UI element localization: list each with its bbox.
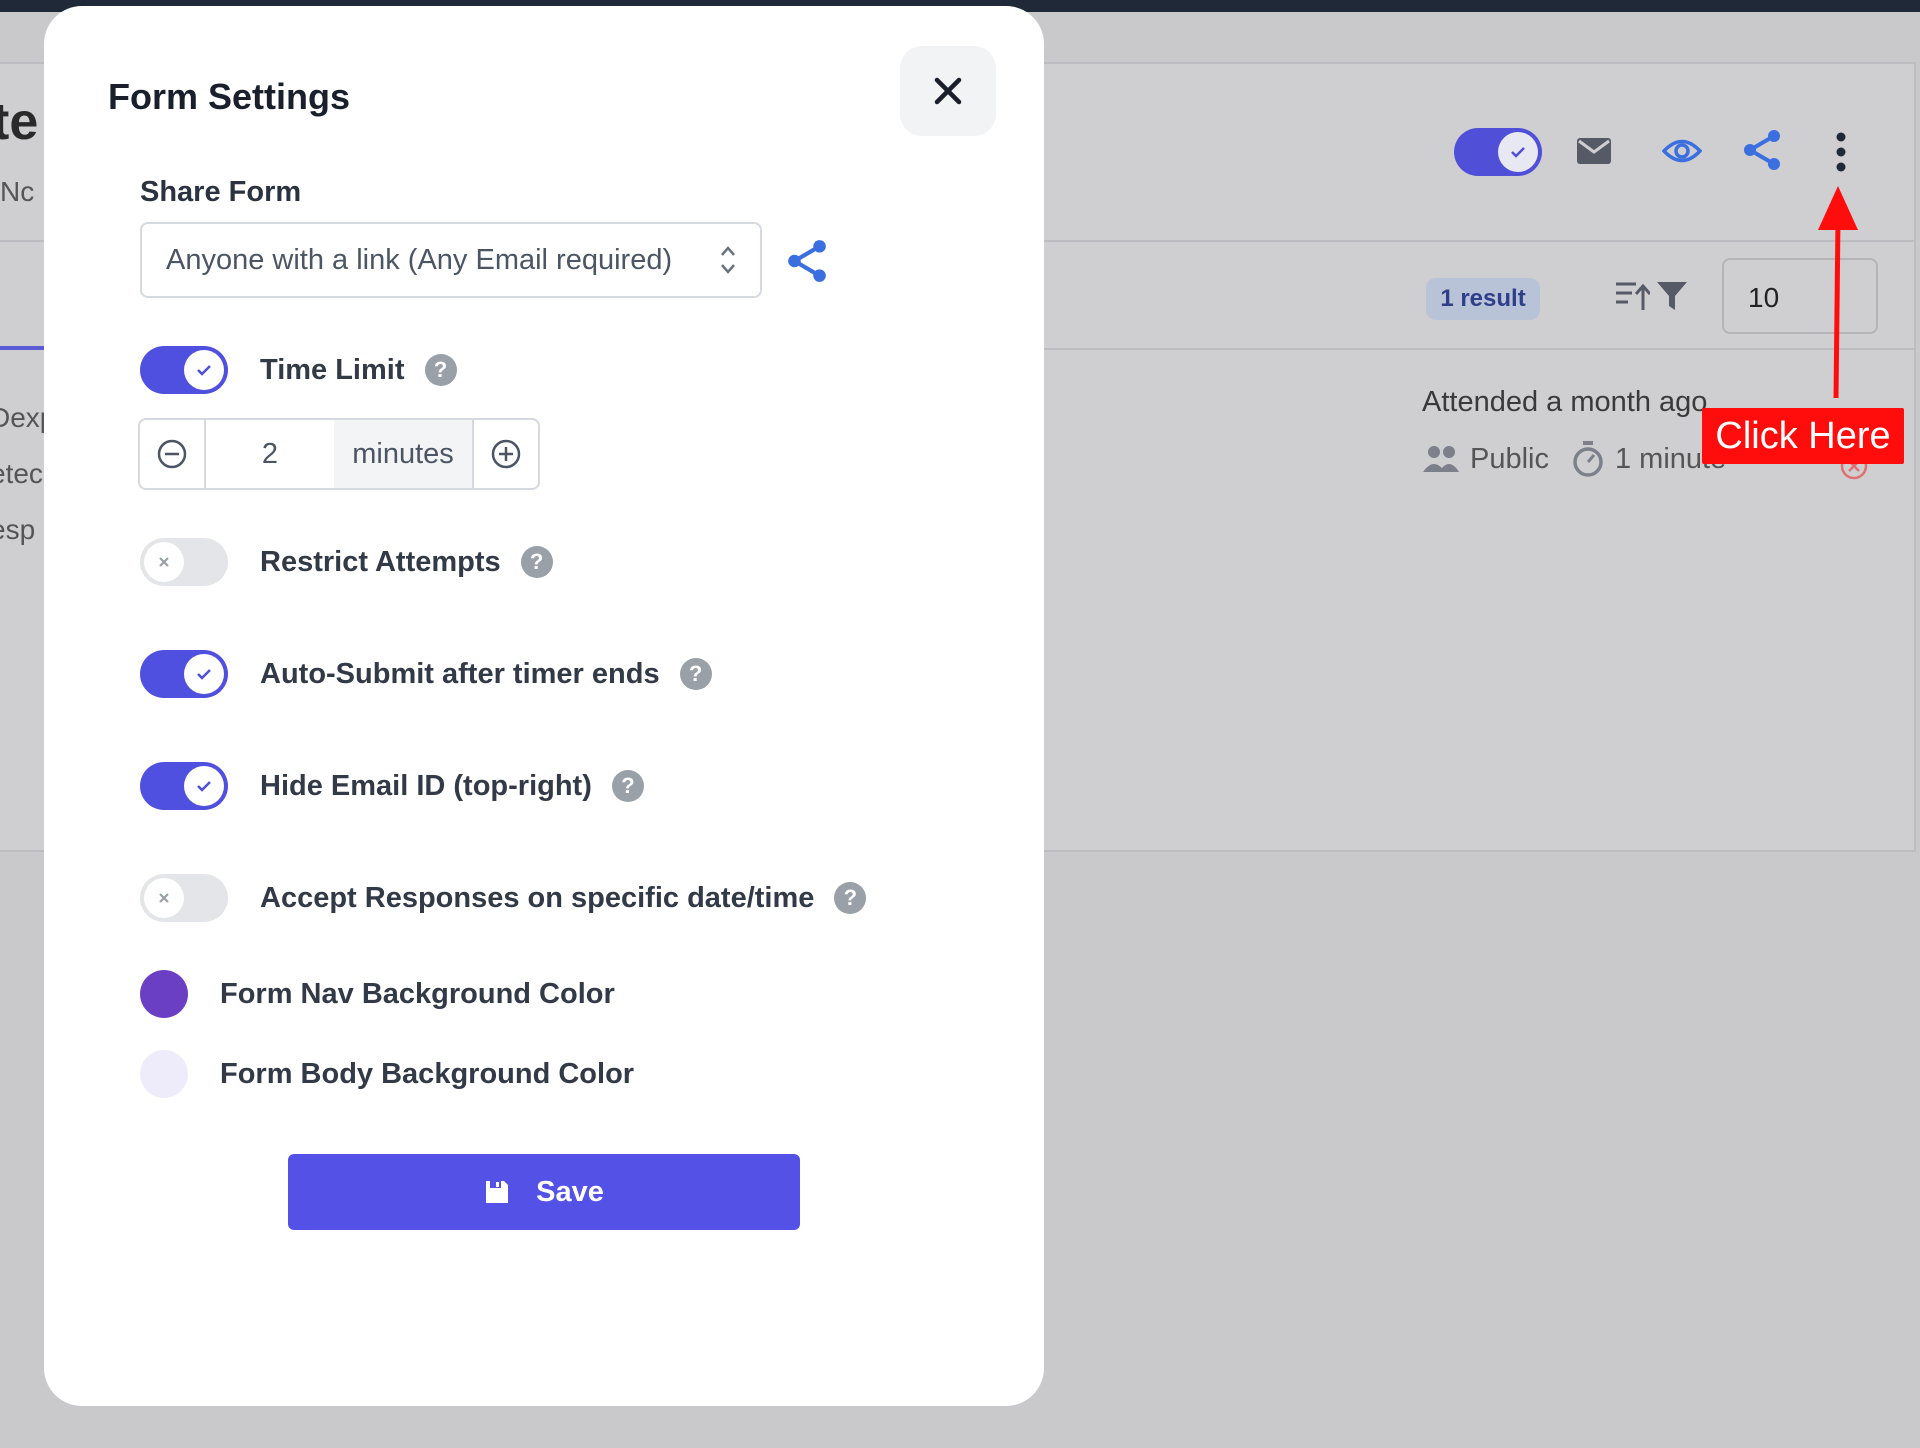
accept-responses-row: Accept Responses on specific date/time ? [140, 874, 867, 922]
plus-circle-icon [490, 438, 522, 470]
time-limit-label: Time Limit [260, 353, 405, 386]
time-limit-row: Time Limit ? [140, 346, 457, 394]
close-icon [933, 76, 963, 106]
body-color-row: Form Body Background Color [140, 1050, 634, 1098]
modal-title: Form Settings [108, 76, 351, 117]
nav-color-row: Form Nav Background Color [140, 970, 615, 1018]
auto-submit-toggle[interactable] [140, 650, 228, 698]
time-limit-value[interactable]: 2 [206, 420, 334, 488]
hide-email-toggle[interactable] [140, 762, 228, 810]
form-settings-modal: Form Settings Share Form Anyone with a l… [44, 6, 1044, 1406]
click-here-callout: Click Here [1702, 408, 1904, 464]
save-label: Save [536, 1175, 604, 1208]
x-icon [144, 878, 184, 918]
chevron-up-down-icon [718, 242, 738, 278]
check-icon [184, 654, 224, 694]
nav-color-label: Form Nav Background Color [220, 977, 615, 1010]
auto-submit-row: Auto-Submit after timer ends ? [140, 650, 712, 698]
share-access-select[interactable]: Anyone with a link (Any Email required) [140, 222, 762, 298]
arrow-head [1818, 186, 1858, 230]
x-icon [144, 542, 184, 582]
body-color-label: Form Body Background Color [220, 1057, 635, 1090]
help-icon[interactable]: ? [834, 882, 867, 914]
minus-circle-icon [156, 438, 188, 470]
save-disk-icon [484, 1179, 510, 1205]
restrict-attempts-toggle[interactable] [140, 538, 228, 586]
time-limit-unit: minutes [334, 420, 472, 488]
help-icon[interactable]: ? [424, 354, 457, 386]
increment-button[interactable] [472, 420, 538, 488]
restrict-attempts-row: Restrict Attempts ? [140, 538, 553, 586]
time-limit-toggle[interactable] [140, 346, 228, 394]
help-icon[interactable]: ? [611, 770, 644, 802]
time-limit-stepper: 2 minutes [138, 418, 540, 490]
share-link-icon[interactable] [784, 238, 830, 284]
hide-email-row: Hide Email ID (top-right) ? [140, 762, 644, 810]
body-color-swatch[interactable] [140, 1050, 188, 1098]
check-icon [184, 766, 224, 806]
save-button[interactable]: Save [288, 1154, 800, 1230]
help-icon[interactable]: ? [679, 658, 712, 690]
check-icon [184, 350, 224, 390]
close-button[interactable] [900, 46, 996, 136]
hide-email-label: Hide Email ID (top-right) [260, 769, 592, 802]
decrement-button[interactable] [140, 420, 206, 488]
restrict-attempts-label: Restrict Attempts [260, 545, 501, 578]
accept-responses-label: Accept Responses on specific date/time [260, 881, 815, 914]
help-icon[interactable]: ? [520, 546, 553, 578]
nav-color-swatch[interactable] [140, 970, 188, 1018]
share-form-label: Share Form [140, 176, 302, 208]
accept-responses-toggle[interactable] [140, 874, 228, 922]
auto-submit-label: Auto-Submit after timer ends [260, 657, 660, 690]
arrow-to-more-options [1833, 219, 1841, 399]
share-access-value: Anyone with a link (Any Email required) [166, 243, 673, 276]
